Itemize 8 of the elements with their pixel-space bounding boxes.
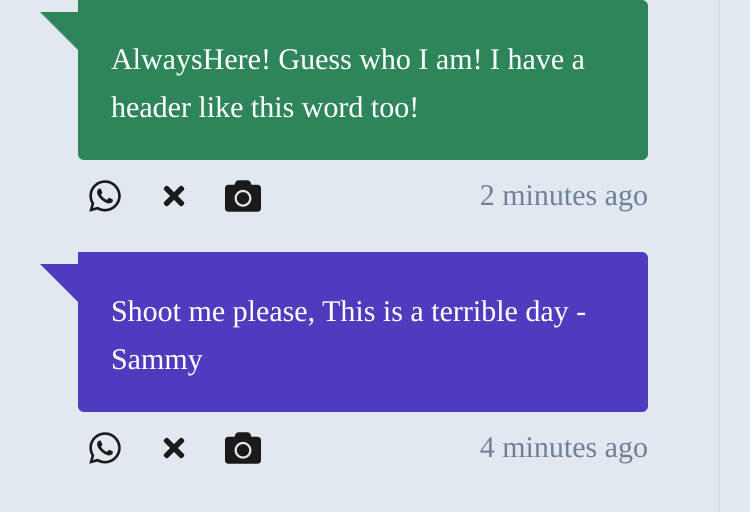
message-text: Shoot me please, This is a terrible day -Sammy (111, 295, 586, 376)
camera-icon[interactable] (225, 178, 261, 214)
camera-icon[interactable] (225, 430, 261, 466)
whatsapp-icon[interactable] (87, 430, 123, 466)
whatsapp-icon[interactable] (87, 178, 123, 214)
message-text: AlwaysHere! Guess who I am! I have a header like this word too! (111, 43, 585, 124)
timestamp: 2 minutes ago (480, 179, 648, 213)
timestamp: 4 minutes ago (480, 431, 648, 465)
